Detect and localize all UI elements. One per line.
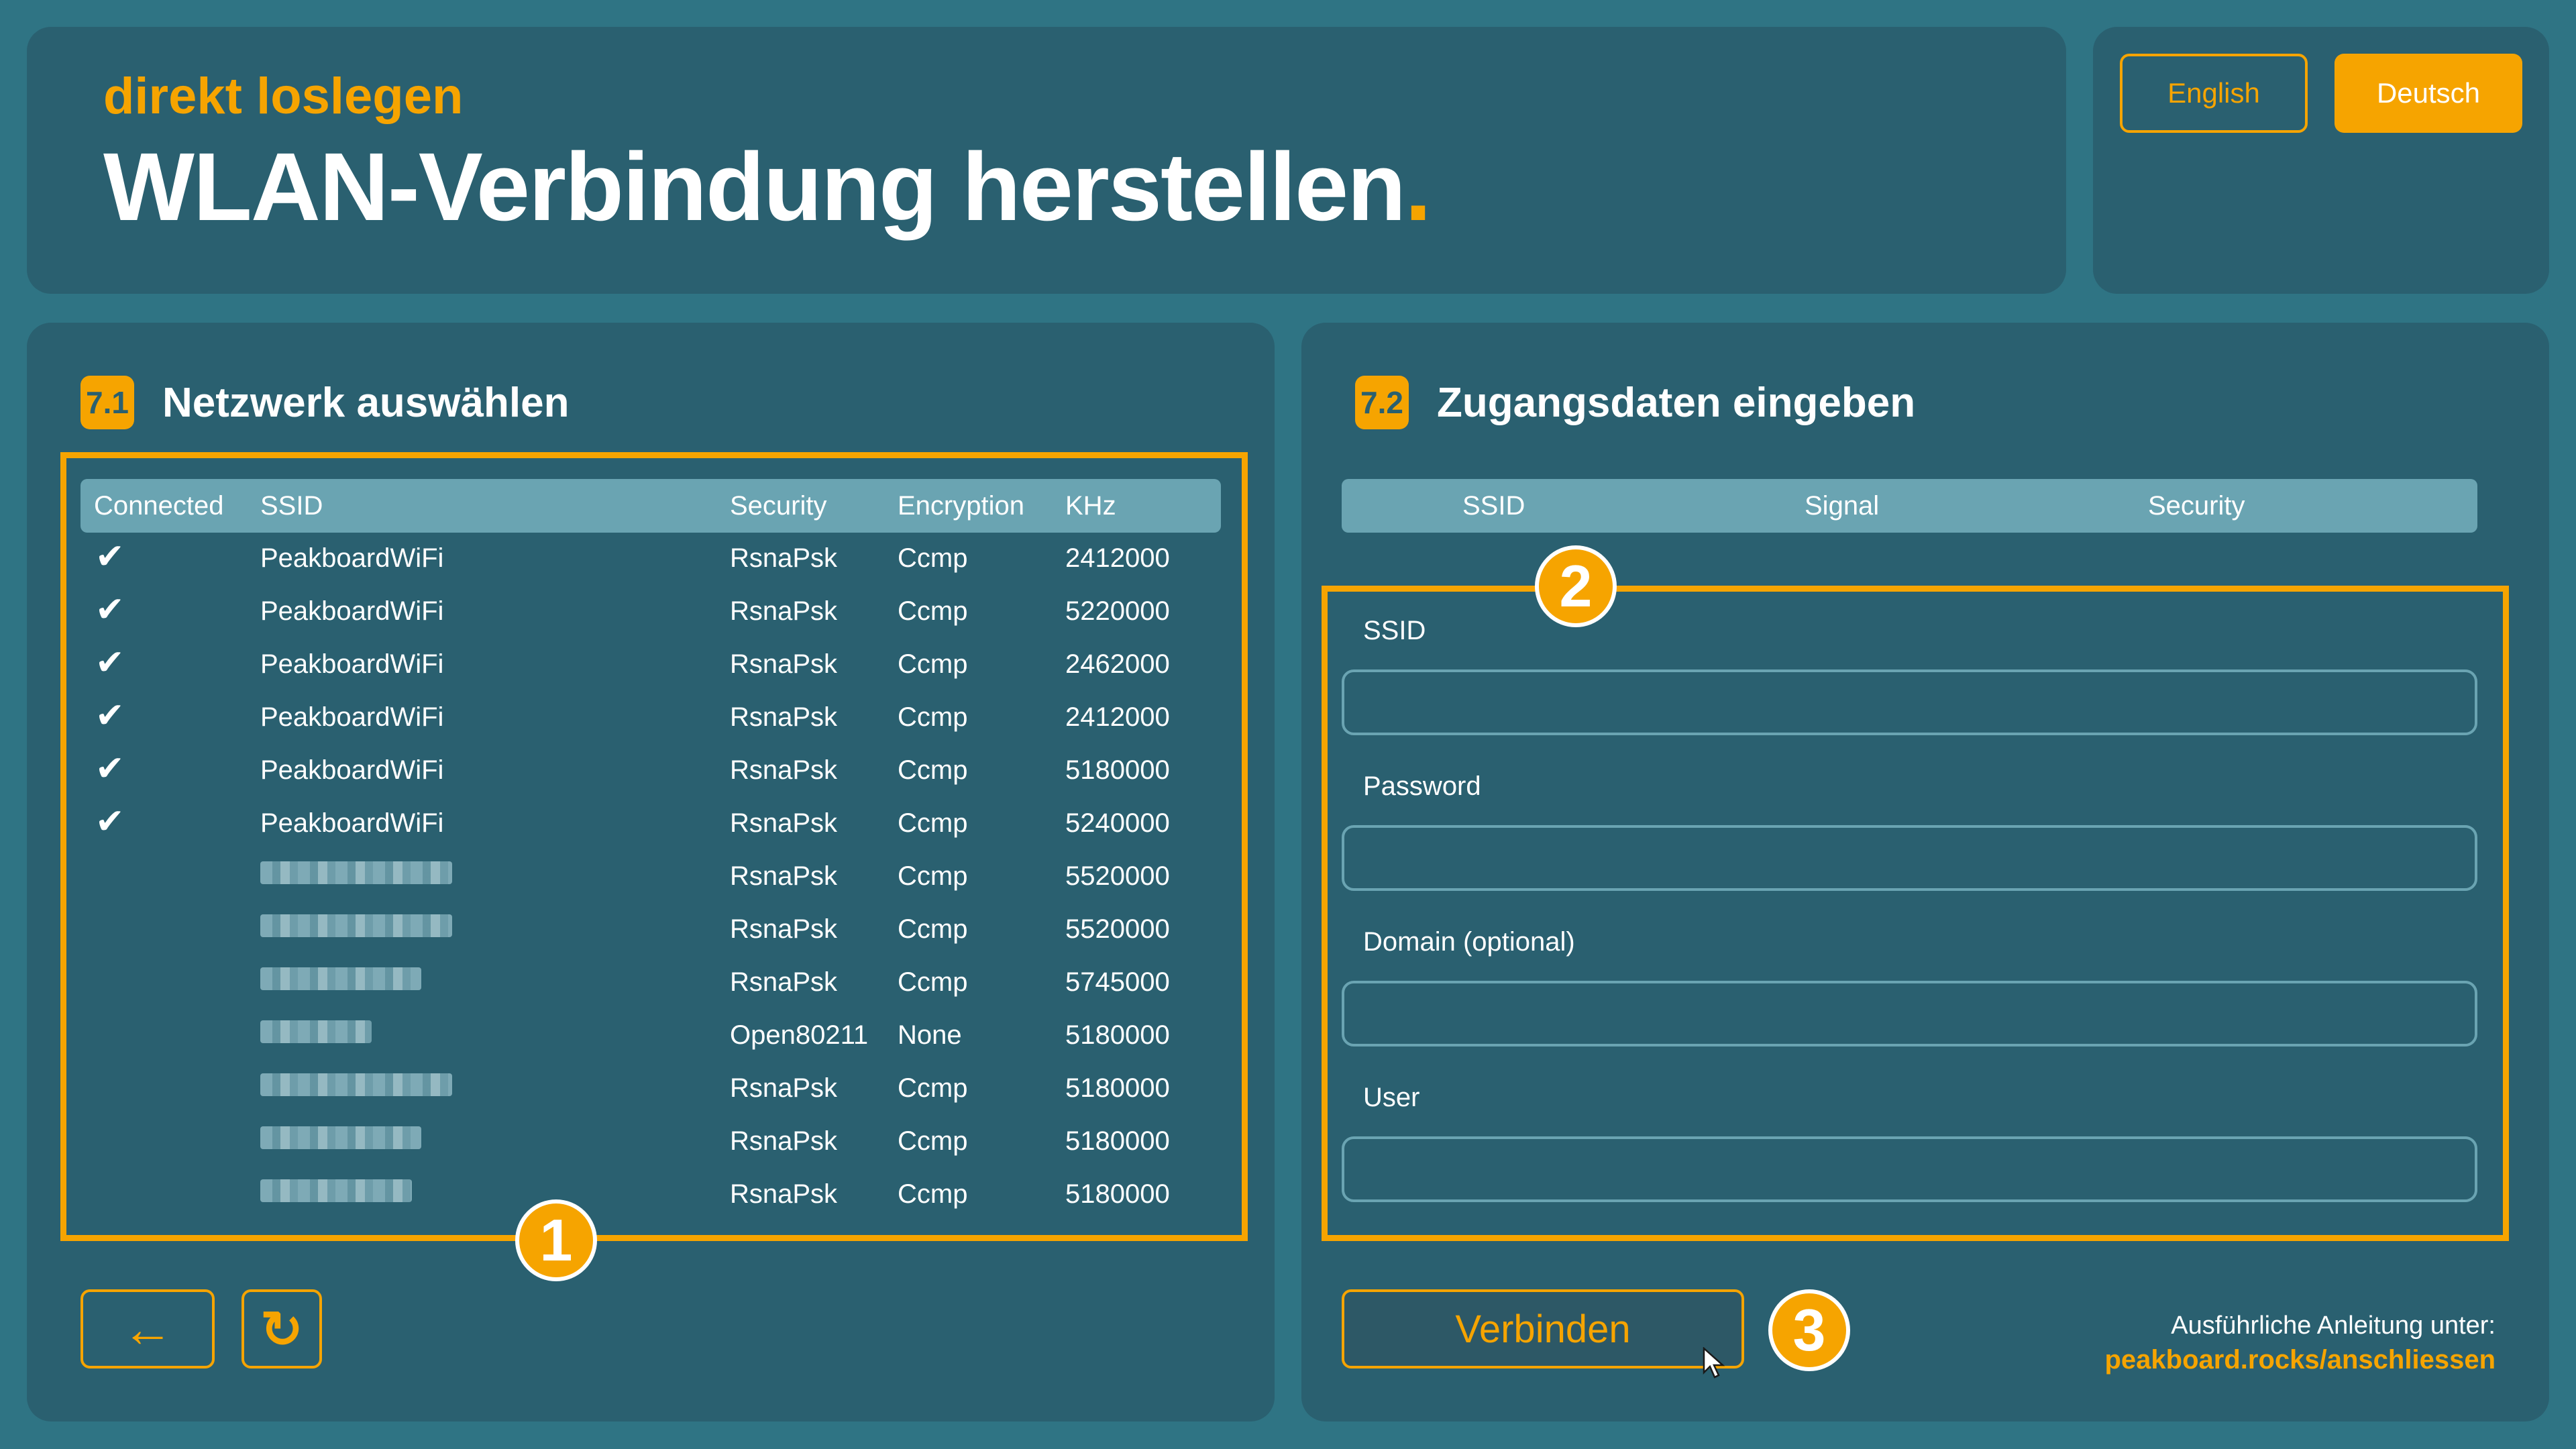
footer-guide-text: Ausführliche Anleitung unter: <box>2171 1311 2496 1340</box>
ssid-label: SSID <box>1363 616 1426 645</box>
domain-label: Domain (optional) <box>1363 927 1575 957</box>
step-badge-3: 3 <box>1768 1289 1850 1371</box>
column-header-signal[interactable]: Signal <box>1805 491 1879 521</box>
title-accent-dot: . <box>1405 133 1432 241</box>
section-number-badge: 7.2 <box>1355 376 1409 429</box>
refresh-button[interactable]: ↻ <box>241 1289 322 1368</box>
page-title-text: WLAN-Verbindung herstellen <box>103 133 1406 241</box>
arrow-left-icon: ← <box>122 1300 173 1358</box>
connect-button[interactable]: Verbinden <box>1342 1289 1744 1368</box>
highlight-frame-network-list <box>60 452 1248 1241</box>
language-deutsch-button[interactable]: Deutsch <box>2334 54 2522 133</box>
refresh-icon: ↻ <box>260 1301 303 1358</box>
column-header-ssid[interactable]: SSID <box>1462 491 1525 521</box>
step-badge-1: 1 <box>515 1199 597 1281</box>
domain-input[interactable] <box>1342 981 2477 1046</box>
password-label: Password <box>1363 771 1481 801</box>
back-button[interactable]: ← <box>80 1289 215 1368</box>
section-title: Zugangsdaten eingeben <box>1437 379 1916 426</box>
password-input[interactable] <box>1342 825 2477 891</box>
language-english-button[interactable]: English <box>2120 54 2308 133</box>
page-title: WLAN-Verbindung herstellen. <box>103 131 1432 243</box>
credentials-section-heading: 7.2 Zugangsdaten eingeben <box>1355 376 1915 429</box>
step-badge-2: 2 <box>1535 545 1617 627</box>
header-eyebrow: direkt loslegen <box>103 68 464 125</box>
section-title: Netzwerk auswählen <box>162 379 570 426</box>
column-header-security[interactable]: Security <box>2148 491 2245 521</box>
section-number-badge: 7.1 <box>80 376 134 429</box>
selected-network-table-header: SSID Signal Security <box>1342 479 2477 533</box>
user-label: User <box>1363 1083 1420 1112</box>
ssid-input[interactable] <box>1342 669 2477 735</box>
footer-guide-link[interactable]: peakboard.rocks/anschliessen <box>2105 1345 2496 1375</box>
network-section-heading: 7.1 Netzwerk auswählen <box>80 376 569 429</box>
user-input[interactable] <box>1342 1136 2477 1202</box>
mouse-cursor-icon <box>1703 1347 1725 1379</box>
